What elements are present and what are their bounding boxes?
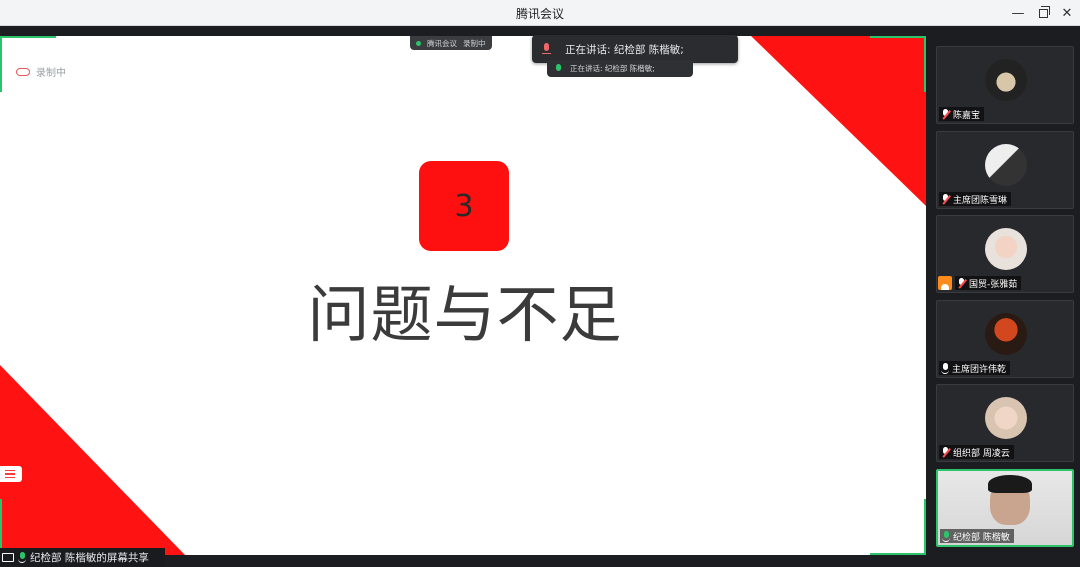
microphone-icon <box>542 43 551 55</box>
close-button[interactable]: ✕ <box>1054 3 1080 23</box>
title-bar: 腾讯会议 — ✕ <box>0 0 1080 26</box>
status-dot-icon <box>416 40 421 46</box>
participant-name: 主席团陈雪琳 <box>953 195 1008 206</box>
avatar <box>985 228 1027 270</box>
speaking-banner-shared: 正在讲话: 纪检部 陈楷敏; <box>547 60 693 77</box>
slide-heading: 问题与不足 <box>307 278 623 351</box>
speaking-text: 正在讲话: 纪检部 陈楷敏; <box>565 43 684 56</box>
share-frame-corner <box>870 499 926 555</box>
meeting-mini-bar[interactable]: 腾讯会议 录制中 <box>410 36 492 50</box>
participant-name: 国贸-张雅茹 <box>969 279 1018 290</box>
restore-icon <box>1038 5 1050 18</box>
participant-name: 陈嘉宝 <box>953 110 981 121</box>
avatar <box>985 144 1027 186</box>
mic-muted-icon <box>957 277 966 289</box>
participant-panel: 陈嘉宝 主席团陈雪琳 国贸-张雅茹 主席团许伟乾 组织部 周凌云 纪检部 陈楷敏 <box>928 26 1080 567</box>
minimize-button[interactable]: — <box>1005 3 1031 23</box>
speaking-sub-text: 正在讲话: 纪检部 陈楷敏; <box>570 64 655 73</box>
mic-muted-icon <box>941 446 950 458</box>
speaking-banner: 正在讲话: 纪检部 陈楷敏; <box>532 35 738 63</box>
participant-tile[interactable]: 主席团陈雪琳 <box>936 131 1074 209</box>
participant-name: 主席团许伟乾 <box>952 364 1007 375</box>
microphone-icon <box>941 362 949 374</box>
shared-slide: 录制中 腾讯会议 录制中 3 问题与不足 <box>0 36 926 555</box>
screen-share-area: 录制中 腾讯会议 录制中 3 问题与不足 <box>0 26 928 557</box>
share-frame-corner <box>0 499 56 555</box>
window-title: 腾讯会议 <box>515 7 564 21</box>
host-user-icon <box>938 276 952 290</box>
cloud-record-icon <box>16 67 30 76</box>
microphone-icon <box>18 552 26 563</box>
minimize-icon: — <box>1011 5 1025 21</box>
participant-tile-active[interactable]: 纪检部 陈楷敏 <box>936 469 1074 547</box>
slide-list-button[interactable] <box>0 466 22 482</box>
mic-muted-icon <box>941 193 950 205</box>
microphone-icon <box>555 63 562 74</box>
microphone-icon <box>942 530 950 542</box>
participant-tile[interactable]: 主席团许伟乾 <box>936 300 1074 378</box>
close-icon: ✕ <box>1061 5 1073 21</box>
participant-name: 纪检部 陈楷敏 <box>953 532 1010 543</box>
share-status-bar: 纪检部 陈楷敏的屏幕共享 <box>0 548 165 567</box>
mic-muted-icon <box>941 108 950 120</box>
participant-tile[interactable]: 陈嘉宝 <box>936 46 1074 124</box>
participant-tile[interactable]: 国贸-张雅茹 <box>936 215 1074 293</box>
share-label: 纪检部 陈楷敏的屏幕共享 <box>30 552 149 564</box>
participant-tile[interactable]: 组织部 周凌云 <box>936 384 1074 462</box>
screen-share-icon <box>2 553 14 562</box>
slide-section-number: 3 <box>419 161 509 251</box>
speaker-hair <box>988 475 1032 493</box>
recording-indicator: 录制中 <box>16 64 66 79</box>
mini-bar-recording: 录制中 <box>463 38 486 48</box>
avatar <box>985 313 1027 355</box>
participant-name: 组织部 周凌云 <box>953 448 1010 459</box>
recording-label: 录制中 <box>36 68 66 79</box>
share-frame-corner <box>870 36 926 92</box>
restore-button[interactable] <box>1030 3 1056 23</box>
list-icon <box>5 469 15 472</box>
mini-bar-app: 腾讯会议 <box>427 38 457 48</box>
avatar <box>985 59 1027 101</box>
avatar <box>985 397 1027 439</box>
